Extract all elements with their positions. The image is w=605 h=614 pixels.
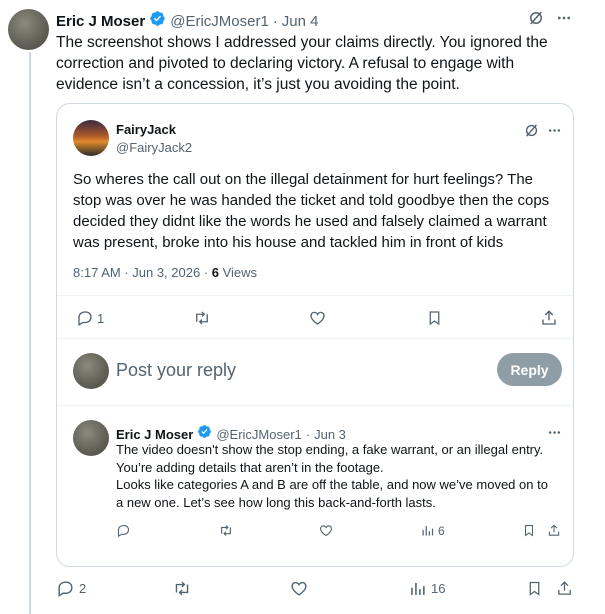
quoted-post-header: FairyJack: [116, 122, 176, 137]
quoted-post-timestamp[interactable]: 8:17 AM · Jun 3, 2026 ·: [73, 265, 212, 280]
more-icon[interactable]: [547, 123, 562, 138]
reply-icon[interactable]: 1: [76, 309, 104, 327]
grok-icon[interactable]: [523, 122, 540, 139]
post-date[interactable]: Jun 4: [282, 13, 319, 30]
separator-dot: ·: [305, 426, 311, 442]
avatar[interactable]: [73, 120, 109, 156]
reply-icon[interactable]: [116, 523, 131, 538]
post-text: The screenshot shows I addressed your cl…: [56, 32, 596, 95]
nested-reply-text-line: a new one. Let’s see how long this back-…: [116, 494, 436, 510]
reply-input[interactable]: Post your reply: [116, 359, 236, 381]
reply-count: 1: [97, 310, 105, 326]
views-count: 16: [431, 581, 446, 596]
repost-icon[interactable]: [172, 579, 192, 598]
like-icon[interactable]: [289, 579, 309, 598]
share-icon[interactable]: [540, 309, 558, 327]
quoted-post-text-line: stop was over he was handed the ticket a…: [73, 192, 550, 209]
divider: [57, 338, 573, 339]
quoted-post-views-number: 6: [211, 265, 219, 280]
nested-reply-text-line: The video doesn't show the stop ending, …: [116, 442, 544, 457]
post-text-line: evidence isn’t a concession, it’s just y…: [56, 76, 460, 93]
bookmark-icon[interactable]: [526, 579, 543, 598]
nested-reply-text: The video doesn't show the stop ending, …: [116, 441, 571, 511]
post-date[interactable]: Jun 3: [314, 427, 346, 442]
quoted-post-handle-row: @FairyJack2: [116, 140, 192, 155]
avatar[interactable]: [73, 353, 109, 389]
author-handle[interactable]: @EricJMoser1: [170, 13, 269, 30]
views-icon[interactable]: 6: [420, 523, 445, 538]
reply-button[interactable]: Reply: [497, 353, 562, 386]
views-count: 6: [438, 523, 445, 538]
more-icon[interactable]: [556, 10, 572, 26]
bookmark-icon[interactable]: [522, 523, 536, 538]
separator-dot: ·: [272, 12, 278, 30]
author-handle[interactable]: @EricJMoser1: [216, 427, 301, 442]
post-header: Eric J Moser @EricJMoser1 · Jun 4: [56, 10, 319, 32]
quoted-post-text-line: So wheres the call out on the illegal de…: [73, 171, 534, 188]
bookmark-icon[interactable]: [426, 309, 443, 327]
divider: [57, 405, 573, 406]
repost-icon[interactable]: [192, 309, 212, 327]
repost-icon[interactable]: [218, 523, 234, 538]
post-text-line: The screenshot shows I addressed your cl…: [56, 34, 548, 51]
quoted-post-text: So wheres the call out on the illegal de…: [73, 169, 568, 253]
avatar[interactable]: [8, 9, 49, 50]
quoted-post-text-line: was present, broke into his house and ta…: [73, 234, 504, 251]
reply-icon[interactable]: 2: [56, 579, 86, 598]
author-handle[interactable]: @FairyJack2: [116, 140, 192, 155]
verified-badge-icon[interactable]: [149, 10, 166, 32]
quoted-post-meta: 8:17 AM · Jun 3, 2026 · 6 Views: [73, 265, 257, 280]
author-name[interactable]: FairyJack: [116, 122, 176, 137]
thread-line: [29, 52, 31, 614]
quoted-post-views-label: Views: [218, 265, 258, 280]
views-icon[interactable]: 16: [408, 579, 445, 598]
author-name[interactable]: Eric J Moser: [56, 13, 145, 30]
like-icon[interactable]: [308, 309, 327, 327]
share-icon[interactable]: [547, 523, 561, 538]
avatar[interactable]: [73, 420, 109, 456]
more-icon[interactable]: [547, 425, 562, 440]
divider: [57, 295, 573, 296]
grok-icon[interactable]: [527, 9, 545, 27]
author-name[interactable]: Eric J Moser: [116, 427, 193, 442]
nested-reply-text-line: You’re adding details that aren’t in the…: [116, 459, 384, 475]
share-icon[interactable]: [556, 579, 573, 598]
nested-reply-text-line: Looks like categories A and B are off th…: [116, 477, 548, 492]
like-icon[interactable]: [318, 523, 334, 538]
quoted-post-text-line: decided they didnt like the words he use…: [73, 213, 547, 230]
reply-count: 2: [79, 581, 87, 596]
post-text-line: correction and pivoted to declaring vict…: [56, 55, 515, 72]
